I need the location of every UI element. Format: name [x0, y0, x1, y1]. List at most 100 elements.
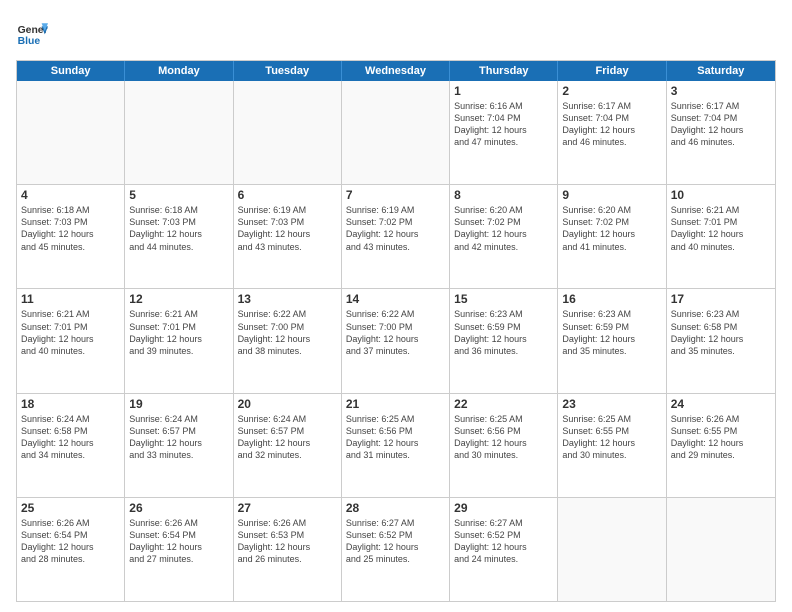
day-info: Sunrise: 6:16 AM Sunset: 7:04 PM Dayligh… — [454, 100, 553, 149]
day-info: Sunrise: 6:24 AM Sunset: 6:57 PM Dayligh… — [238, 413, 337, 462]
day-number: 19 — [129, 397, 228, 411]
calendar-cell: 5 Sunrise: 6:18 AM Sunset: 7:03 PM Daylig… — [125, 185, 233, 288]
day-number: 28 — [346, 501, 445, 515]
calendar-cell: 27 Sunrise: 6:26 AM Sunset: 6:53 PM Dayli… — [234, 498, 342, 601]
calendar-cell: 10 Sunrise: 6:21 AM Sunset: 7:01 PM Dayli… — [667, 185, 775, 288]
weekday-header: Tuesday — [234, 61, 342, 81]
day-number: 18 — [21, 397, 120, 411]
calendar-cell: 18 Sunrise: 6:24 AM Sunset: 6:58 PM Dayli… — [17, 394, 125, 497]
day-info: Sunrise: 6:27 AM Sunset: 6:52 PM Dayligh… — [454, 517, 553, 566]
day-info: Sunrise: 6:25 AM Sunset: 6:56 PM Dayligh… — [346, 413, 445, 462]
day-number: 25 — [21, 501, 120, 515]
day-number: 22 — [454, 397, 553, 411]
day-number: 27 — [238, 501, 337, 515]
day-info: Sunrise: 6:17 AM Sunset: 7:04 PM Dayligh… — [562, 100, 661, 149]
calendar-cell — [342, 81, 450, 184]
calendar-cell: 21Sunrise: 6:25 AM Sunset: 6:56 PM Dayli… — [342, 394, 450, 497]
calendar-cell: 16Sunrise: 6:23 AM Sunset: 6:59 PM Dayli… — [558, 289, 666, 392]
day-info: Sunrise: 6:21 AM Sunset: 7:01 PM Dayligh… — [129, 308, 228, 357]
weekday-header: Saturday — [667, 61, 775, 81]
calendar-cell: 29 Sunrise: 6:27 AM Sunset: 6:52 PM Dayli… — [450, 498, 558, 601]
day-info: Sunrise: 6:19 AM Sunset: 7:03 PM Dayligh… — [238, 204, 337, 253]
calendar-cell: 11 Sunrise: 6:21 AM Sunset: 7:01 PM Dayli… — [17, 289, 125, 392]
day-number: 1 — [454, 84, 553, 98]
calendar-cell — [558, 498, 666, 601]
calendar-cell: 22 Sunrise: 6:25 AM Sunset: 6:56 PM Dayli… — [450, 394, 558, 497]
day-info: Sunrise: 6:24 AM Sunset: 6:58 PM Dayligh… — [21, 413, 120, 462]
calendar-cell — [17, 81, 125, 184]
calendar-cell — [234, 81, 342, 184]
svg-text:Blue: Blue — [18, 36, 41, 47]
header: General Blue — [16, 16, 776, 52]
calendar-cell — [125, 81, 233, 184]
day-info: Sunrise: 6:23 AM Sunset: 6:59 PM Dayligh… — [454, 308, 553, 357]
day-info: Sunrise: 6:21 AM Sunset: 7:01 PM Dayligh… — [671, 204, 771, 253]
day-number: 11 — [21, 292, 120, 306]
calendar-body: 1 Sunrise: 6:16 AM Sunset: 7:04 PM Daylig… — [17, 81, 775, 601]
day-info: Sunrise: 6:18 AM Sunset: 7:03 PM Dayligh… — [21, 204, 120, 253]
day-number: 20 — [238, 397, 337, 411]
day-number: 29 — [454, 501, 553, 515]
calendar-cell: 19 Sunrise: 6:24 AM Sunset: 6:57 PM Dayli… — [125, 394, 233, 497]
day-info: Sunrise: 6:21 AM Sunset: 7:01 PM Dayligh… — [21, 308, 120, 357]
calendar-row: 11 Sunrise: 6:21 AM Sunset: 7:01 PM Dayli… — [17, 288, 775, 392]
day-info: Sunrise: 6:26 AM Sunset: 6:53 PM Dayligh… — [238, 517, 337, 566]
calendar-cell — [667, 498, 775, 601]
calendar-row: 18 Sunrise: 6:24 AM Sunset: 6:58 PM Dayli… — [17, 393, 775, 497]
calendar-header: SundayMondayTuesdayWednesdayThursdayFrid… — [17, 61, 775, 81]
day-info: Sunrise: 6:26 AM Sunset: 6:54 PM Dayligh… — [129, 517, 228, 566]
calendar-cell: 1 Sunrise: 6:16 AM Sunset: 7:04 PM Daylig… — [450, 81, 558, 184]
day-number: 3 — [671, 84, 771, 98]
day-info: Sunrise: 6:26 AM Sunset: 6:55 PM Dayligh… — [671, 413, 771, 462]
calendar-cell: 17Sunrise: 6:23 AM Sunset: 6:58 PM Dayli… — [667, 289, 775, 392]
day-info: Sunrise: 6:25 AM Sunset: 6:55 PM Dayligh… — [562, 413, 661, 462]
calendar-cell: 20 Sunrise: 6:24 AM Sunset: 6:57 PM Dayli… — [234, 394, 342, 497]
weekday-header: Monday — [125, 61, 233, 81]
calendar-cell: 23 Sunrise: 6:25 AM Sunset: 6:55 PM Dayli… — [558, 394, 666, 497]
calendar-cell: 8 Sunrise: 6:20 AM Sunset: 7:02 PM Daylig… — [450, 185, 558, 288]
day-info: Sunrise: 6:22 AM Sunset: 7:00 PM Dayligh… — [238, 308, 337, 357]
calendar-cell: 26 Sunrise: 6:26 AM Sunset: 6:54 PM Dayli… — [125, 498, 233, 601]
day-number: 8 — [454, 188, 553, 202]
day-info: Sunrise: 6:19 AM Sunset: 7:02 PM Dayligh… — [346, 204, 445, 253]
day-number: 7 — [346, 188, 445, 202]
calendar-cell: 25 Sunrise: 6:26 AM Sunset: 6:54 PM Dayli… — [17, 498, 125, 601]
day-info: Sunrise: 6:20 AM Sunset: 7:02 PM Dayligh… — [562, 204, 661, 253]
calendar-row: 4Sunrise: 6:18 AM Sunset: 7:03 PM Daylig… — [17, 184, 775, 288]
day-number: 26 — [129, 501, 228, 515]
day-number: 5 — [129, 188, 228, 202]
page: General Blue SundayMondayTuesdayWednesda… — [0, 0, 792, 612]
day-info: Sunrise: 6:27 AM Sunset: 6:52 PM Dayligh… — [346, 517, 445, 566]
day-info: Sunrise: 6:23 AM Sunset: 6:58 PM Dayligh… — [671, 308, 771, 357]
weekday-header: Friday — [558, 61, 666, 81]
calendar-cell: 6Sunrise: 6:19 AM Sunset: 7:03 PM Daylig… — [234, 185, 342, 288]
calendar-row: 1 Sunrise: 6:16 AM Sunset: 7:04 PM Daylig… — [17, 81, 775, 184]
day-number: 23 — [562, 397, 661, 411]
weekday-header: Thursday — [450, 61, 558, 81]
day-number: 16 — [562, 292, 661, 306]
calendar: SundayMondayTuesdayWednesdayThursdayFrid… — [16, 60, 776, 602]
calendar-cell: 4Sunrise: 6:18 AM Sunset: 7:03 PM Daylig… — [17, 185, 125, 288]
day-info: Sunrise: 6:26 AM Sunset: 6:54 PM Dayligh… — [21, 517, 120, 566]
day-info: Sunrise: 6:22 AM Sunset: 7:00 PM Dayligh… — [346, 308, 445, 357]
day-number: 10 — [671, 188, 771, 202]
day-number: 2 — [562, 84, 661, 98]
day-info: Sunrise: 6:20 AM Sunset: 7:02 PM Dayligh… — [454, 204, 553, 253]
logo-icon: General Blue — [16, 20, 48, 52]
weekday-header: Wednesday — [342, 61, 450, 81]
calendar-cell: 15 Sunrise: 6:23 AM Sunset: 6:59 PM Dayli… — [450, 289, 558, 392]
day-info: Sunrise: 6:24 AM Sunset: 6:57 PM Dayligh… — [129, 413, 228, 462]
calendar-cell: 13 Sunrise: 6:22 AM Sunset: 7:00 PM Dayli… — [234, 289, 342, 392]
weekday-header: Sunday — [17, 61, 125, 81]
calendar-cell: 7 Sunrise: 6:19 AM Sunset: 7:02 PM Daylig… — [342, 185, 450, 288]
calendar-cell: 24Sunrise: 6:26 AM Sunset: 6:55 PM Dayli… — [667, 394, 775, 497]
day-info: Sunrise: 6:18 AM Sunset: 7:03 PM Dayligh… — [129, 204, 228, 253]
calendar-cell: 3 Sunrise: 6:17 AM Sunset: 7:04 PM Daylig… — [667, 81, 775, 184]
day-info: Sunrise: 6:25 AM Sunset: 6:56 PM Dayligh… — [454, 413, 553, 462]
day-number: 15 — [454, 292, 553, 306]
calendar-cell: 2 Sunrise: 6:17 AM Sunset: 7:04 PM Daylig… — [558, 81, 666, 184]
day-number: 13 — [238, 292, 337, 306]
calendar-cell: 9 Sunrise: 6:20 AM Sunset: 7:02 PM Daylig… — [558, 185, 666, 288]
day-info: Sunrise: 6:17 AM Sunset: 7:04 PM Dayligh… — [671, 100, 771, 149]
day-number: 9 — [562, 188, 661, 202]
